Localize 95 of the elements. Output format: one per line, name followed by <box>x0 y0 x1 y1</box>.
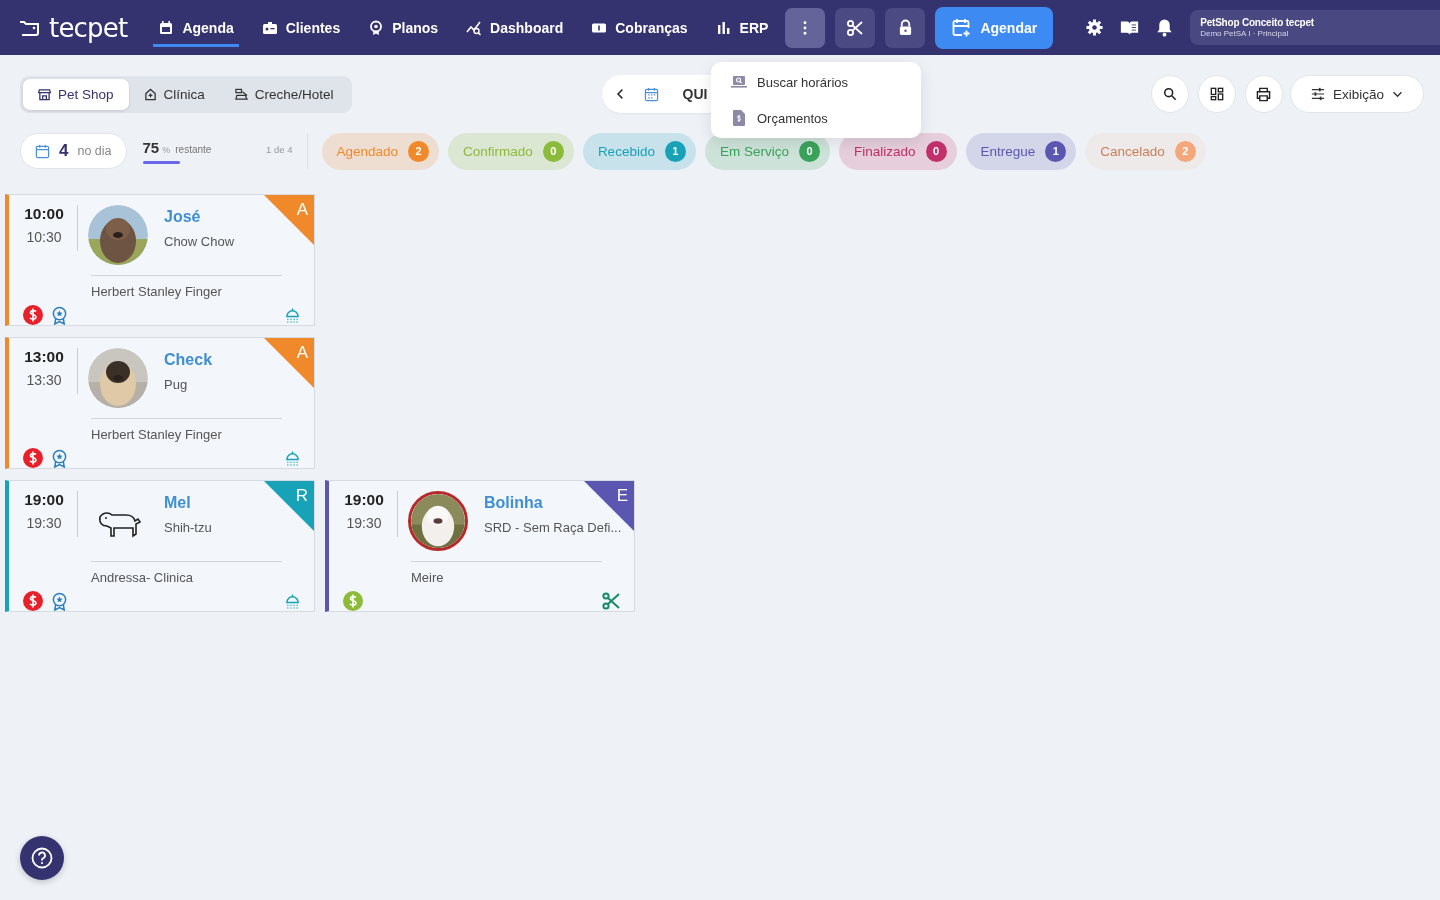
owner-name: Andressa- Clinica <box>91 561 282 585</box>
date-label: QUI <box>682 86 708 102</box>
appointment-card[interactable]: 19:00 19:30 Mel Shih-tzu Andressa- Clinica R <box>5 480 315 612</box>
nav-tab[interactable]: Clientes <box>256 12 346 47</box>
lock-icon <box>897 19 913 36</box>
calendar-icon <box>35 143 50 159</box>
print-button[interactable] <box>1244 75 1283 113</box>
scissors-button[interactable] <box>835 7 876 48</box>
start-time: 13:00 <box>24 348 64 366</box>
more-icon <box>803 20 808 35</box>
count-badge: 2 <box>1174 140 1196 162</box>
page-indicator: 1 de 4 <box>266 143 293 155</box>
count-badge: 0 <box>542 140 564 162</box>
appointment-card[interactable]: 19:00 19:30 Bolinha SRD - Sem Raça Defi... Meire E <box>325 480 635 612</box>
status-corner <box>264 338 314 388</box>
owner-name: Meire <box>411 561 602 585</box>
pet-breed: SRD - Sem Raça Defi... <box>484 520 622 535</box>
end-time: 13:30 <box>26 372 62 388</box>
laptop-search-icon <box>731 75 747 89</box>
pet-breed: Chow Chow <box>164 234 235 249</box>
nav-tab[interactable]: Cobranças <box>586 12 693 47</box>
chevron-down-icon <box>1392 90 1403 98</box>
lock-button[interactable] <box>885 7 926 48</box>
search-button[interactable] <box>1150 75 1189 113</box>
remaining-unit: % <box>162 144 171 155</box>
segment-tab[interactable]: Pet Shop <box>23 78 129 110</box>
nav-tab[interactable]: Agenda <box>153 12 239 47</box>
calendar-icon[interactable] <box>643 86 659 102</box>
account-button[interactable]: PetShop Conceito tecpet Demo PetSA I · Principal <box>1190 10 1440 45</box>
status-filter[interactable]: Entregue 1 <box>965 132 1077 170</box>
print-icon <box>1256 86 1272 102</box>
pet-breed: Shih-tzu <box>164 520 212 535</box>
start-time: 19:00 <box>24 491 64 509</box>
count-badge: 2 <box>408 140 430 162</box>
nav-tab[interactable]: Dashboard <box>461 12 569 47</box>
count-badge: 0 <box>798 140 820 162</box>
brand-name: tecpet <box>49 12 128 43</box>
appointment-card[interactable]: 10:00 10:30 José Chow Chow Herbert Stanley Finger A <box>5 194 315 326</box>
nav-tab[interactable]: ERP <box>710 12 774 47</box>
sliders-icon <box>1310 87 1325 101</box>
menu-item[interactable]: Buscar horários <box>711 64 921 100</box>
appointment-card[interactable]: 13:00 13:30 Check Pug Herbert Stanley Finger A <box>5 337 315 469</box>
account-unit: Demo PetSA I · Principal <box>1200 29 1290 38</box>
chevron-left-icon[interactable] <box>615 88 624 100</box>
nav-tab[interactable]: Planos <box>363 12 444 47</box>
count-badge: 1 <box>664 140 686 162</box>
shower-icon <box>285 449 300 467</box>
day-count-label: no dia <box>77 144 112 158</box>
store-icon <box>38 87 51 101</box>
chart-search-icon <box>466 20 483 36</box>
status-corner <box>264 195 314 245</box>
count-badge: 1 <box>1045 140 1067 162</box>
calendar-icon <box>158 20 175 36</box>
status-letter: A <box>296 343 308 363</box>
house-icon <box>143 87 157 101</box>
segment-tab[interactable]: Creche/Hotel <box>219 78 349 110</box>
end-time: 19:30 <box>26 515 62 531</box>
owner-name: Herbert Stanley Finger <box>91 275 282 299</box>
medal-icon <box>368 20 385 36</box>
logo[interactable]: tecpet <box>18 12 128 43</box>
logo-icon <box>18 18 42 37</box>
calendar-add-icon <box>951 17 972 38</box>
invoice-icon <box>731 110 747 126</box>
end-time: 10:30 <box>26 229 62 245</box>
day-count-value: 4 <box>59 141 69 161</box>
help-icon <box>31 847 53 869</box>
start-time: 10:00 <box>24 205 64 223</box>
start-time: 19:00 <box>344 491 384 509</box>
status-letter: A <box>296 200 308 220</box>
shower-icon <box>285 306 300 324</box>
remaining-value: 75 <box>142 138 160 156</box>
bar-chart-icon <box>715 20 732 36</box>
scissors-icon <box>846 18 865 37</box>
count-badge: 0 <box>925 140 947 162</box>
scissors-icon <box>602 592 620 610</box>
help-button[interactable] <box>20 836 64 880</box>
owner-name: Herbert Stanley Finger <box>91 418 282 442</box>
status-letter: R <box>295 486 308 506</box>
layout-button[interactable] <box>1197 75 1236 113</box>
end-time: 19:30 <box>346 515 382 531</box>
status-corner <box>584 481 634 531</box>
shower-icon <box>285 592 300 610</box>
more-button[interactable] <box>785 7 826 48</box>
account-name: PetShop Conceito tecpet <box>1200 17 1315 28</box>
segment-tab[interactable]: Clínica <box>128 78 220 110</box>
pet-breed: Pug <box>164 377 189 392</box>
settings-icon[interactable] <box>1085 18 1105 37</box>
bed-icon <box>234 87 248 101</box>
remaining-label: restante <box>175 143 212 155</box>
search-icon <box>1162 87 1177 101</box>
book-icon[interactable] <box>1120 18 1140 37</box>
status-letter: E <box>616 486 628 506</box>
grid-icon <box>1209 87 1224 101</box>
view-button[interactable]: Exibição <box>1289 75 1424 113</box>
id-card-icon <box>261 20 278 36</box>
